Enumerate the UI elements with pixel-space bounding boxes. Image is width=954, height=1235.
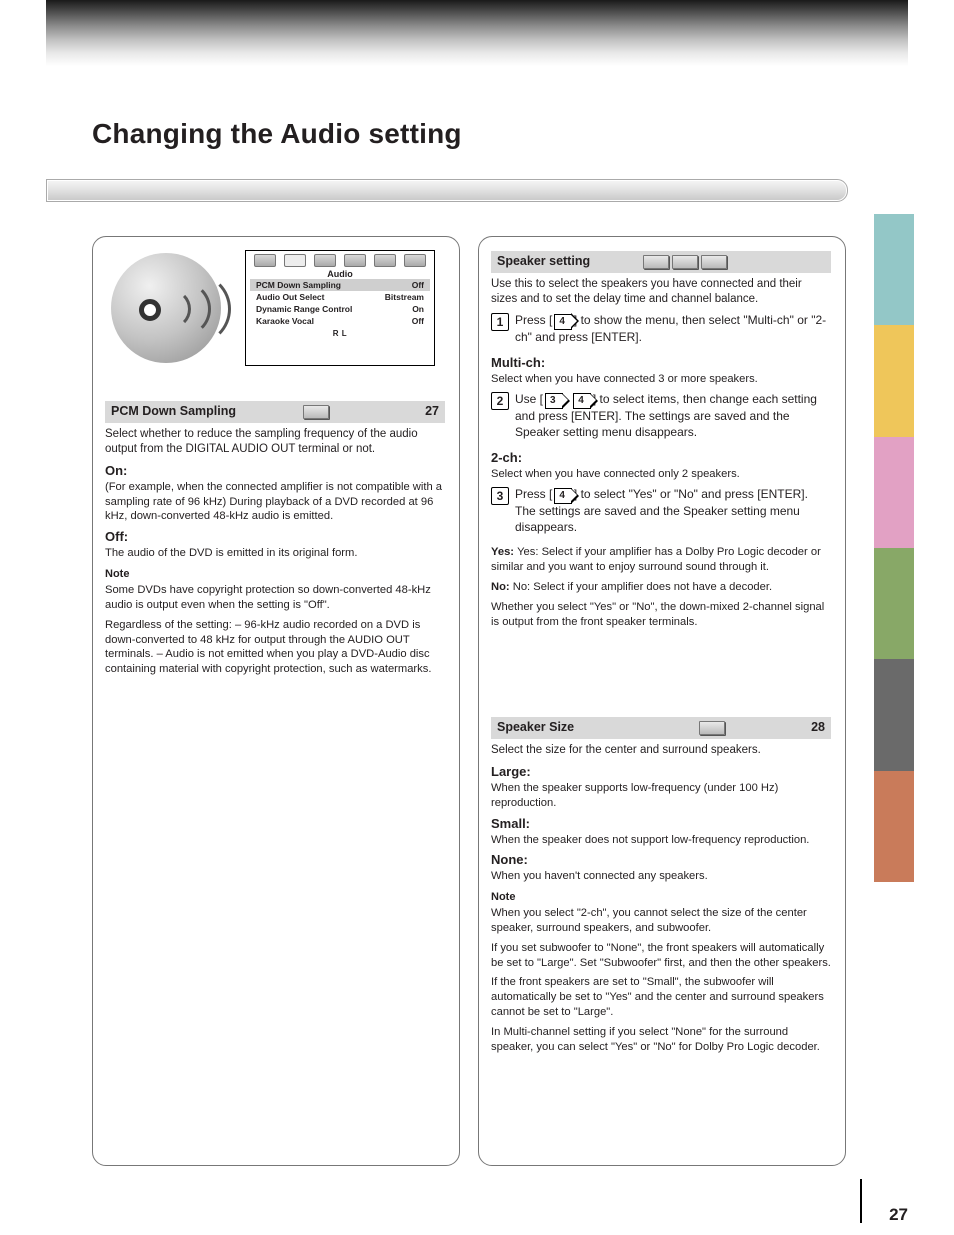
- heading: Large:: [491, 764, 831, 779]
- section-bar-pcm: PCM Down Sampling 27: [105, 401, 445, 423]
- page-title: Changing the Audio setting: [92, 118, 462, 150]
- button-icon: [699, 721, 725, 735]
- note-text: If the front speakers are set to "Small"…: [491, 975, 831, 1019]
- tab: [874, 325, 914, 436]
- speaker-icon: [111, 253, 221, 363]
- section-bar-size: Speaker Size 28: [491, 717, 831, 739]
- body-text: Yes: Yes: Select if your amplifier has a…: [491, 545, 831, 575]
- button-tag: 4: [554, 314, 572, 330]
- page-number: 27: [889, 1205, 908, 1225]
- button-icon: [643, 255, 669, 269]
- note: Note: [105, 567, 445, 581]
- step: 2 Use [3, 4] to select items, then chang…: [491, 392, 831, 440]
- tab: [874, 214, 914, 325]
- body-text: When you haven't connected any speakers.: [491, 869, 831, 884]
- note-text: In Multi-channel setting if you select "…: [491, 1025, 831, 1055]
- osd-tab: [374, 254, 396, 267]
- t: No: Select if your amplifier does not ha…: [513, 581, 772, 593]
- body-text: Select the size for the center and surro…: [491, 743, 831, 758]
- osd-row: PCM Down SamplingOff: [250, 279, 430, 291]
- osd-window: Audio PCM Down SamplingOffAudio Out Sele…: [245, 250, 435, 366]
- t: Yes: Select if your amplifier has a Dolb…: [491, 546, 821, 573]
- body-text: Select when you have connected only 2 sp…: [491, 467, 831, 482]
- osd-row: Audio Out SelectBitstream: [250, 291, 430, 303]
- osd-illustration: Audio PCM Down SamplingOffAudio Out Sele…: [105, 247, 445, 387]
- step-number: 1: [491, 313, 509, 331]
- body-text: When the speaker does not support low-fr…: [491, 833, 831, 848]
- step: 3 Press [4] to select "Yes" or "No" and …: [491, 487, 831, 535]
- osd-tab: [314, 254, 336, 267]
- tab: [874, 771, 914, 882]
- note: Note: [491, 890, 831, 904]
- osd-tab: [404, 254, 426, 267]
- header-rule: [46, 179, 848, 202]
- osd-row: Dynamic Range ControlOn: [250, 303, 430, 315]
- button-tag: 3: [545, 393, 563, 409]
- tab: [874, 437, 914, 548]
- left-column: Audio PCM Down SamplingOffAudio Out Sele…: [92, 236, 460, 1166]
- footer-rule: [860, 1179, 862, 1223]
- step-number: 3: [491, 487, 509, 505]
- button-icon: [701, 255, 727, 269]
- note-text: If you set subwoofer to "None", the fron…: [491, 941, 831, 971]
- bar-label: Speaker Size: [497, 720, 574, 734]
- osd-row: Karaoke VocalOff: [250, 315, 430, 327]
- note-text: When you select "2-ch", you cannot selec…: [491, 906, 831, 936]
- body-text: (For example, when the connected amplifi…: [105, 480, 445, 524]
- right-column: Speaker setting Use this to select the s…: [478, 236, 846, 1166]
- body-text: Whether you select "Yes" or "No", the do…: [491, 600, 831, 630]
- osd-tab: [344, 254, 366, 267]
- tab: [874, 659, 914, 770]
- body-text: When the speaker supports low-frequency …: [491, 781, 831, 811]
- heading: On:: [105, 463, 445, 478]
- body-text: Select whether to reduce the sampling fr…: [105, 427, 445, 457]
- body-text: No: No: Select if your amplifier does no…: [491, 580, 831, 595]
- body-text: The audio of the DVD is emitted in its o…: [105, 546, 445, 561]
- step-number: 2: [491, 392, 509, 410]
- t: Use [: [515, 392, 543, 406]
- heading: None:: [491, 852, 831, 867]
- heading: Small:: [491, 816, 831, 831]
- note-text: Some DVDs have copyright protection so d…: [105, 583, 445, 613]
- side-tabs: [874, 214, 914, 882]
- button-tag: 4: [573, 393, 591, 409]
- button-icon: [303, 405, 329, 419]
- section-bar-speaker: Speaker setting: [491, 251, 831, 273]
- button-icon: [672, 255, 698, 269]
- tab: [874, 548, 914, 659]
- heading: 2-ch:: [491, 450, 831, 465]
- heading: Off:: [105, 529, 445, 544]
- header-gradient: [46, 0, 908, 66]
- button-tag: 4: [554, 488, 572, 504]
- note-text: Regardless of the setting: – 96-kHz audi…: [105, 618, 445, 677]
- t: Press [: [515, 313, 552, 327]
- body-text: Select when you have connected 3 or more…: [491, 372, 831, 387]
- osd-tab: [254, 254, 276, 267]
- t: Press [: [515, 487, 552, 501]
- heading: Multi-ch:: [491, 355, 831, 370]
- osd-title: Audio: [246, 269, 434, 279]
- body-text: Use this to select the speakers you have…: [491, 277, 831, 307]
- osd-logo: R L: [246, 329, 434, 338]
- bar-label: Speaker setting: [497, 254, 590, 268]
- bar-page: 27: [425, 404, 439, 418]
- osd-tab: [284, 254, 306, 267]
- bar-label: PCM Down Sampling: [111, 404, 236, 418]
- step: 1 Press [4] to show the menu, then selec…: [491, 313, 831, 346]
- bar-page: 28: [811, 720, 825, 734]
